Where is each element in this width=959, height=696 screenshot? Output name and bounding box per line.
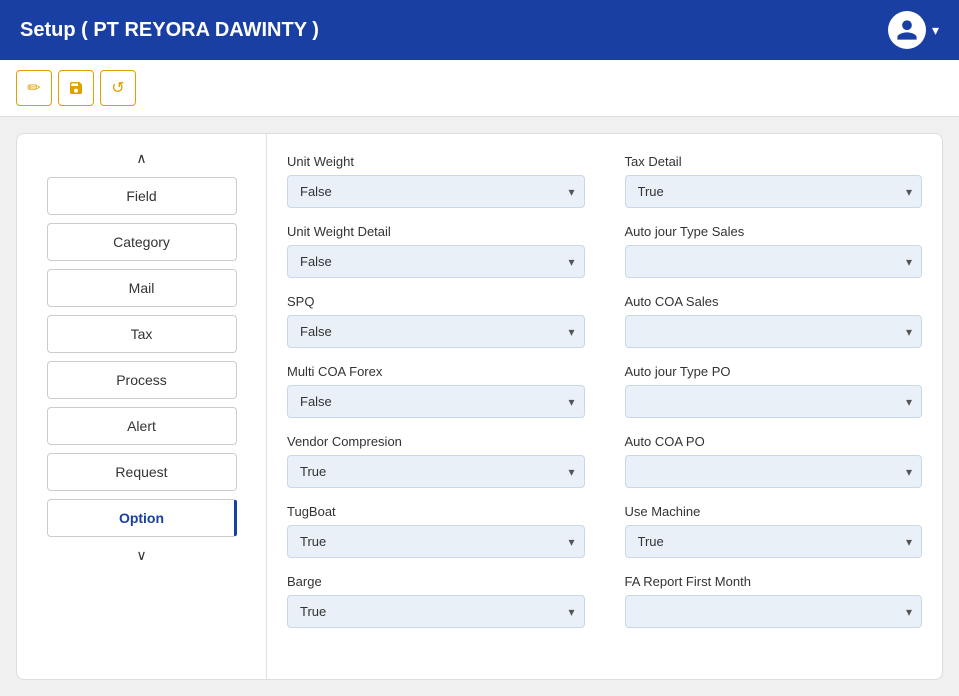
sidebar-item-alert[interactable]: Alert <box>47 407 237 445</box>
field-spq: SPQ FalseTrue <box>287 294 585 348</box>
barge-select[interactable]: TrueFalse <box>287 595 585 628</box>
unit-weight-detail-label: Unit Weight Detail <box>287 224 585 239</box>
auto-jour-type-po-select[interactable]: TrueFalse <box>625 385 923 418</box>
sidebar-item-process[interactable]: Process <box>47 361 237 399</box>
use-machine-select-wrapper: TrueFalse <box>625 525 923 558</box>
content-area: Unit Weight FalseTrue Unit Weight Detail… <box>267 134 942 679</box>
field-tugboat: TugBoat TrueFalse <box>287 504 585 558</box>
auto-jour-type-sales-select-wrapper: TrueFalse <box>625 245 923 278</box>
field-tax-detail: Tax Detail TrueFalse <box>625 154 923 208</box>
card: ∧ Field Category Mail Tax Process Alert … <box>16 133 943 680</box>
field-unit-weight: Unit Weight FalseTrue <box>287 154 585 208</box>
vendor-compresion-select[interactable]: TrueFalse <box>287 455 585 488</box>
sidebar-item-category[interactable]: Category <box>47 223 237 261</box>
spq-select[interactable]: FalseTrue <box>287 315 585 348</box>
unit-weight-detail-select-wrapper: FalseTrue <box>287 245 585 278</box>
unit-weight-select-wrapper: FalseTrue <box>287 175 585 208</box>
field-fa-report-first-month: FA Report First Month TrueFalse <box>625 574 923 628</box>
field-barge: Barge TrueFalse <box>287 574 585 628</box>
spq-label: SPQ <box>287 294 585 309</box>
tugboat-label: TugBoat <box>287 504 585 519</box>
toolbar: ✏ ↺ <box>0 60 959 117</box>
save-icon <box>68 80 84 96</box>
header-chevron-icon[interactable]: ▾ <box>932 22 939 39</box>
auto-coa-sales-label: Auto COA Sales <box>625 294 923 309</box>
field-auto-coa-po: Auto COA PO TrueFalse <box>625 434 923 488</box>
avatar[interactable] <box>888 11 926 49</box>
tax-detail-select-wrapper: TrueFalse <box>625 175 923 208</box>
multi-coa-forex-select[interactable]: FalseTrue <box>287 385 585 418</box>
field-unit-weight-detail: Unit Weight Detail FalseTrue <box>287 224 585 278</box>
auto-jour-type-po-label: Auto jour Type PO <box>625 364 923 379</box>
auto-coa-po-select-wrapper: TrueFalse <box>625 455 923 488</box>
tax-detail-select[interactable]: TrueFalse <box>625 175 923 208</box>
user-icon <box>895 18 919 42</box>
left-column: Unit Weight FalseTrue Unit Weight Detail… <box>287 154 585 644</box>
save-button[interactable] <box>58 70 94 106</box>
auto-coa-po-select[interactable]: TrueFalse <box>625 455 923 488</box>
field-auto-jour-type-sales: Auto jour Type Sales TrueFalse <box>625 224 923 278</box>
tugboat-select-wrapper: TrueFalse <box>287 525 585 558</box>
barge-label: Barge <box>287 574 585 589</box>
header: Setup ( PT REYORA DAWINTY ) ▾ <box>0 0 959 60</box>
multi-coa-forex-select-wrapper: FalseTrue <box>287 385 585 418</box>
sidebar-item-mail[interactable]: Mail <box>47 269 237 307</box>
field-use-machine: Use Machine TrueFalse <box>625 504 923 558</box>
field-multi-coa-forex: Multi COA Forex FalseTrue <box>287 364 585 418</box>
unit-weight-label: Unit Weight <box>287 154 585 169</box>
sidebar-chevron-down[interactable]: ∨ <box>130 541 152 570</box>
sidebar-item-field[interactable]: Field <box>47 177 237 215</box>
fa-report-first-month-select-wrapper: TrueFalse <box>625 595 923 628</box>
field-auto-jour-type-po: Auto jour Type PO TrueFalse <box>625 364 923 418</box>
barge-select-wrapper: TrueFalse <box>287 595 585 628</box>
vendor-compresion-label: Vendor Compresion <box>287 434 585 449</box>
spq-select-wrapper: FalseTrue <box>287 315 585 348</box>
sidebar-item-request[interactable]: Request <box>47 453 237 491</box>
auto-coa-po-label: Auto COA PO <box>625 434 923 449</box>
auto-coa-sales-select-wrapper: TrueFalse <box>625 315 923 348</box>
tax-detail-label: Tax Detail <box>625 154 923 169</box>
sidebar-chevron-up[interactable]: ∧ <box>130 144 152 173</box>
auto-coa-sales-select[interactable]: TrueFalse <box>625 315 923 348</box>
field-vendor-compresion: Vendor Compresion TrueFalse <box>287 434 585 488</box>
unit-weight-detail-select[interactable]: FalseTrue <box>287 245 585 278</box>
auto-jour-type-sales-select[interactable]: TrueFalse <box>625 245 923 278</box>
main-content: ∧ Field Category Mail Tax Process Alert … <box>0 117 959 696</box>
auto-jour-type-po-select-wrapper: TrueFalse <box>625 385 923 418</box>
reset-button[interactable]: ↺ <box>100 70 136 106</box>
header-title: Setup ( PT REYORA DAWINTY ) <box>20 19 319 42</box>
vendor-compresion-select-wrapper: TrueFalse <box>287 455 585 488</box>
multi-coa-forex-label: Multi COA Forex <box>287 364 585 379</box>
fa-report-first-month-select[interactable]: TrueFalse <box>625 595 923 628</box>
sidebar-item-option[interactable]: Option <box>47 499 237 537</box>
sidebar: ∧ Field Category Mail Tax Process Alert … <box>17 134 267 679</box>
header-right: ▾ <box>888 11 939 49</box>
sidebar-item-tax[interactable]: Tax <box>47 315 237 353</box>
unit-weight-select[interactable]: FalseTrue <box>287 175 585 208</box>
tugboat-select[interactable]: TrueFalse <box>287 525 585 558</box>
auto-jour-type-sales-label: Auto jour Type Sales <box>625 224 923 239</box>
fa-report-first-month-label: FA Report First Month <box>625 574 923 589</box>
right-column: Tax Detail TrueFalse Auto jour Type Sale… <box>625 154 923 644</box>
use-machine-label: Use Machine <box>625 504 923 519</box>
edit-button[interactable]: ✏ <box>16 70 52 106</box>
field-auto-coa-sales: Auto COA Sales TrueFalse <box>625 294 923 348</box>
use-machine-select[interactable]: TrueFalse <box>625 525 923 558</box>
